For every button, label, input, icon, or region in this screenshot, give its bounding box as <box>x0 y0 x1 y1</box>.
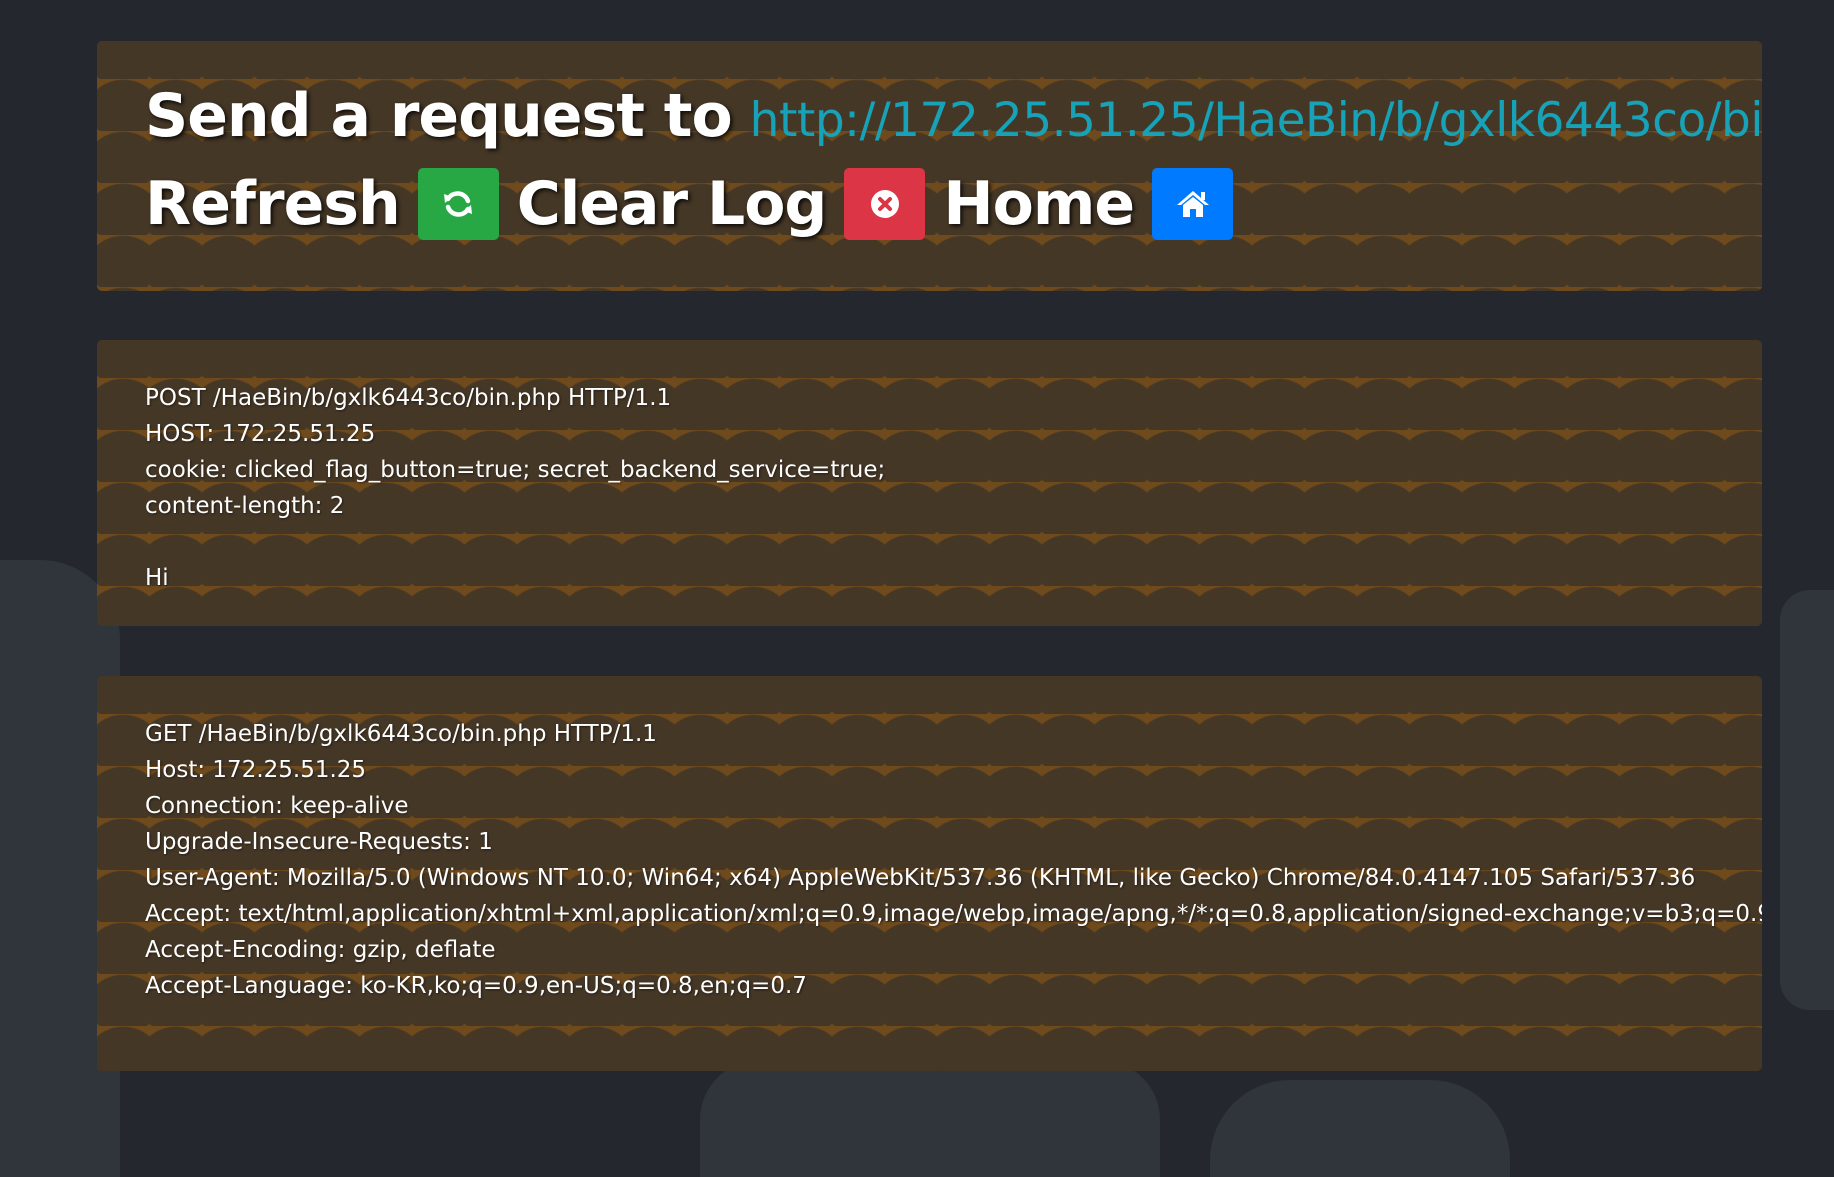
request-log-entry: GET /HaeBin/b/gxlk6443co/bin.php HTTP/1.… <box>97 676 1762 1071</box>
refresh-label: Refresh <box>145 169 401 239</box>
clear-log-label: Clear Log <box>516 169 828 239</box>
request-log-entry: POST /HaeBin/b/gxlk6443co/bin.php HTTP/1… <box>97 340 1762 626</box>
header-panel: Send a request to http://172.25.51.25/Ha… <box>97 41 1762 291</box>
log-line: Host: 172.25.51.25 <box>145 757 367 783</box>
target-url-link[interactable]: http://172.25.51.25/HaeBin/b/gxlk6443co/… <box>750 93 1762 148</box>
log-line: Hi <box>145 565 169 591</box>
log-line: GET /HaeBin/b/gxlk6443co/bin.php HTTP/1.… <box>145 721 657 747</box>
close-circle-icon <box>870 190 899 218</box>
log-line: Accept-Language: ko-KR,ko;q=0.9,en-US;q=… <box>145 973 807 999</box>
log-line: Accept-Encoding: gzip, deflate <box>145 937 496 963</box>
refresh-button[interactable] <box>417 168 499 240</box>
clear-log-button[interactable] <box>844 168 926 240</box>
page-title: Send a request to http://172.25.51.25/Ha… <box>145 81 1762 151</box>
action-bar: Refresh Clear Log Home <box>145 168 1251 240</box>
home-icon <box>1176 191 1209 217</box>
log-line: POST /HaeBin/b/gxlk6443co/bin.php HTTP/1… <box>145 385 672 411</box>
log-line: cookie: clicked_flag_button=true; secret… <box>145 457 886 483</box>
home-label: Home <box>943 169 1135 239</box>
home-button[interactable] <box>1152 168 1234 240</box>
background-silhouette <box>1780 590 1834 1010</box>
background-silhouette <box>1210 1080 1510 1177</box>
log-line: Connection: keep-alive <box>145 793 409 819</box>
log-line: HOST: 172.25.51.25 <box>145 421 376 447</box>
log-line: User-Agent: Mozilla/5.0 (Windows NT 10.0… <box>145 865 1696 891</box>
log-line: Accept: text/html,application/xhtml+xml,… <box>145 901 1762 927</box>
background-silhouette <box>700 1060 1160 1177</box>
log-line: Upgrade-Insecure-Requests: 1 <box>145 829 493 855</box>
refresh-icon <box>444 191 473 217</box>
title-prefix: Send a request to <box>145 81 733 151</box>
log-line: content-length: 2 <box>145 493 345 519</box>
